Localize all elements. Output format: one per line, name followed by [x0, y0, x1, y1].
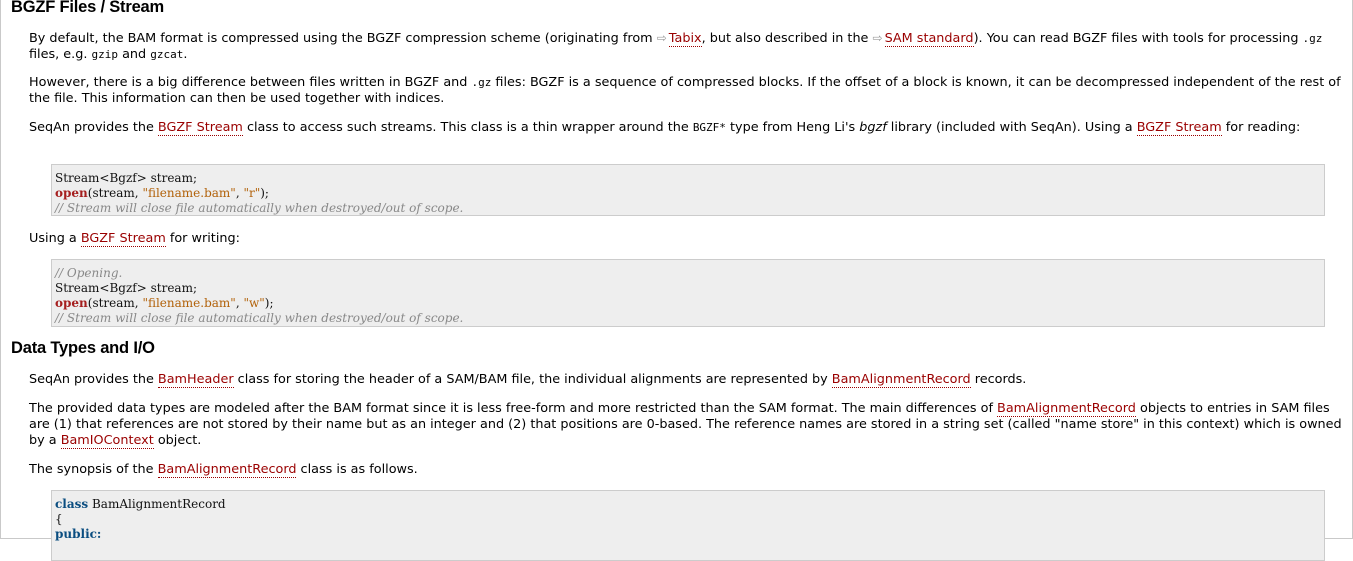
text: for writing:	[165, 231, 240, 246]
code-keyword: open	[55, 296, 88, 310]
text: The synopsis of the	[29, 462, 158, 477]
code-text: (stream,	[87, 186, 143, 200]
external-link-icon: ⇨	[872, 31, 883, 45]
text: By default, the BAM format is compressed…	[29, 31, 657, 46]
link-bam-alignment-record[interactable]: BamAlignmentRecord	[997, 401, 1136, 417]
code-line: open(stream, "filename.bam", "w");	[55, 296, 1321, 311]
code-string: "w"	[243, 296, 265, 310]
bgzf-paragraph-4: Using a BGZF Stream for writing:	[29, 231, 1345, 247]
text: ). You can read BGZF files with tools fo…	[973, 31, 1303, 46]
text: SeqAn provides the	[29, 120, 158, 135]
code-text: );	[260, 186, 269, 200]
text: .	[183, 47, 188, 62]
code-string: "filename.bam"	[142, 296, 236, 310]
section-title-data-types: Data Types and I/O	[11, 339, 155, 357]
code-comment: // Opening.	[55, 266, 123, 280]
bgzf-paragraph-2: However, there is a big difference betwe…	[29, 75, 1345, 107]
text: class for storing the header of a SAM/BA…	[233, 372, 832, 387]
code-string: "r"	[243, 186, 261, 200]
code-block-read: Stream<Bgzf> stream; open(stream, "filena…	[51, 164, 1325, 216]
text: class to access such streams. This class…	[242, 120, 693, 135]
text: SeqAn provides the	[29, 372, 158, 387]
text: type from Heng Li's	[725, 120, 860, 135]
link-bgzf-stream[interactable]: BGZF Stream	[157, 120, 243, 136]
section-title-bgzf: BGZF Files / Stream	[11, 0, 164, 16]
external-link-icon: ⇨	[656, 31, 667, 45]
code-line: class BamAlignmentRecord	[55, 497, 1321, 512]
datatypes-paragraph-3: The synopsis of the BamAlignmentRecord c…	[29, 462, 1345, 478]
text: However, there is a big difference betwe…	[29, 75, 472, 90]
text: library (included with SeqAn). Using a	[886, 120, 1137, 135]
text: The provided data types are modeled afte…	[29, 401, 998, 416]
code-block-synopsis: class BamAlignmentRecord{public:	[51, 490, 1325, 561]
text: records.	[970, 372, 1027, 387]
code-line: {	[55, 512, 63, 526]
text: , but also described in the	[701, 31, 873, 46]
inline-code: .gz	[1302, 32, 1323, 45]
code-line: open(stream, "filename.bam", "r");	[55, 186, 1321, 201]
datatypes-paragraph-1: SeqAn provides the BamHeader class for s…	[29, 372, 1345, 388]
inline-code: .gz	[471, 76, 492, 89]
link-bgzf-stream[interactable]: BGZF Stream	[80, 231, 166, 247]
inline-code: BGZF*	[692, 121, 726, 134]
code-comment: // Stream will close file automatically …	[55, 311, 464, 325]
code-line: Stream<Bgzf> stream;	[55, 281, 197, 295]
code-keyword: class	[55, 497, 89, 511]
code-string: "filename.bam"	[142, 186, 236, 200]
datatypes-paragraph-2: The provided data types are modeled afte…	[29, 401, 1345, 449]
text: Using a	[29, 231, 81, 246]
text: for reading:	[1221, 120, 1301, 135]
inline-code: gzip	[91, 48, 119, 61]
text: object.	[153, 433, 202, 448]
link-tabix[interactable]: Tabix	[668, 31, 702, 47]
text: files, e.g.	[29, 47, 92, 62]
code-text: (stream,	[87, 296, 143, 310]
code-block-write: // Opening. Stream<Bgzf> stream; open(stre…	[51, 259, 1325, 327]
code-text: BamAlignmentRecord	[88, 497, 226, 511]
bgzf-paragraph-3: SeqAn provides the BGZF Stream class to …	[29, 120, 1345, 136]
link-bgzf-stream[interactable]: BGZF Stream	[1136, 120, 1222, 136]
code-text: );	[264, 296, 274, 310]
link-sam-standard[interactable]: SAM standard	[884, 31, 974, 47]
inline-code: gzcat	[150, 48, 184, 61]
link-bam-header[interactable]: BamHeader	[157, 372, 234, 388]
link-bam-alignment-record[interactable]: BamAlignmentRecord	[157, 462, 297, 478]
code-keyword: open	[55, 186, 88, 200]
code-comment: // Stream will close file automatically …	[55, 201, 464, 215]
text: and	[118, 47, 151, 62]
code-line: Stream<Bgzf> stream;	[55, 171, 197, 185]
link-bam-io-context[interactable]: BamIOContext	[60, 433, 154, 449]
link-bam-alignment-record[interactable]: BamAlignmentRecord	[831, 372, 971, 388]
text: class is as follows.	[296, 462, 418, 477]
bgzf-paragraph-1: By default, the BAM format is compressed…	[29, 30, 1345, 63]
emphasis: bgzf	[859, 120, 887, 135]
